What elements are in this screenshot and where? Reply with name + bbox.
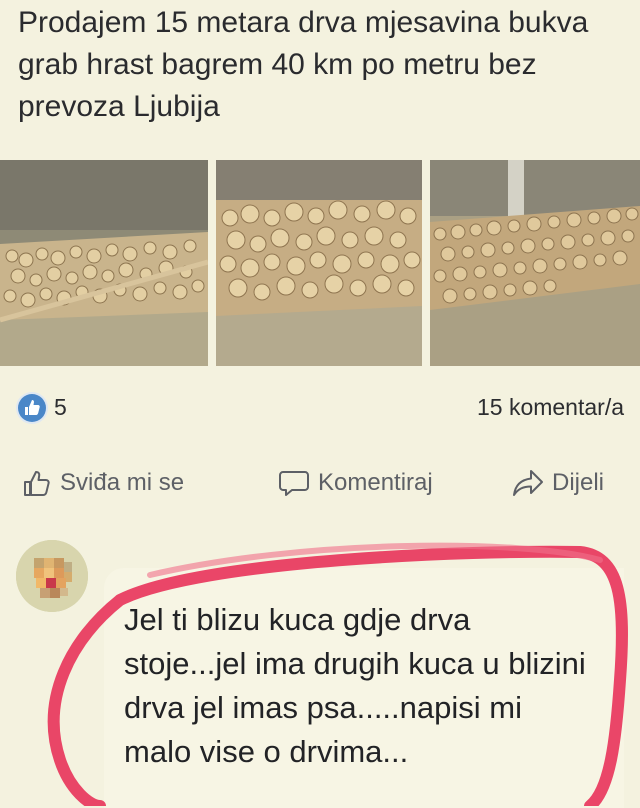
photo-woodpile-2[interactable] [216,160,422,366]
speech-bubble-icon [279,471,309,496]
comment-button[interactable]: Komentiraj [278,468,433,498]
post-actions: Sviđa mi se Komentiraj Dijeli [0,462,640,512]
commenter-avatar[interactable] [16,540,88,612]
thumbs-up-icon[interactable] [18,394,46,422]
thumbs-up-outline-icon [24,471,50,496]
like-button[interactable]: Sviđa mi se [22,468,184,498]
share-arrow-icon [513,470,543,496]
photo-woodpile-1[interactable] [0,160,208,366]
like-count[interactable]: 5 [54,394,67,421]
comment-text: Jel ti blizu kuca gdje drva stoje...jel … [124,602,586,769]
comment-button-label: Komentiraj [318,469,433,496]
post-text: Prodajem 15 metara drva mjesavina bukva … [18,6,589,123]
share-button-label: Dijeli [552,469,605,496]
photo-woodpile-3[interactable] [430,160,640,366]
comment-count[interactable]: 15 komentar/a [477,394,624,421]
like-button-label: Sviđa mi se [60,469,185,496]
reactions-bar: 5 15 komentar/a [16,390,624,426]
share-button[interactable]: Dijeli [512,468,604,498]
post-photos[interactable] [0,160,640,366]
